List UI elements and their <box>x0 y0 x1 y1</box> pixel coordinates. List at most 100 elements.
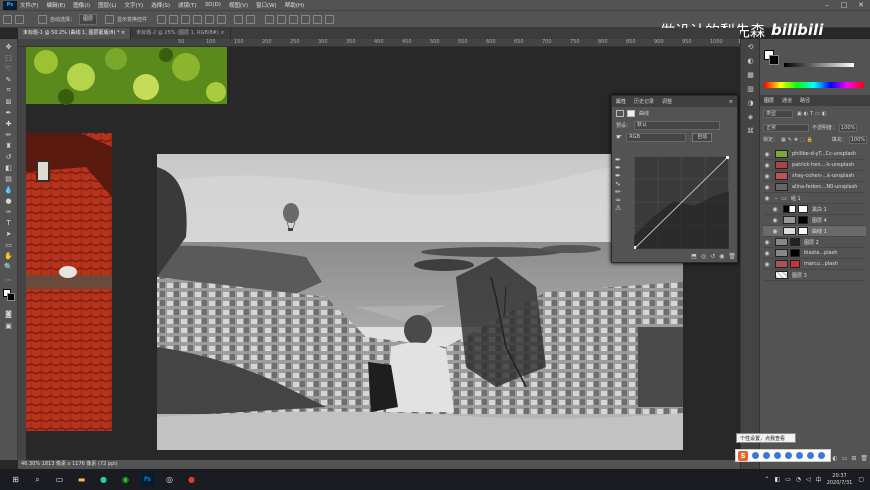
menu-filter[interactable]: 滤镜(T) <box>178 1 197 9</box>
eye-icon[interactable]: ◉ <box>763 195 771 202</box>
curves-graph[interactable] <box>634 156 729 249</box>
panel-menu-icon[interactable]: ≡ <box>729 99 733 105</box>
close-icon[interactable]: ✕ <box>852 0 870 10</box>
tab-channels[interactable]: 通道 <box>782 97 792 104</box>
eye-icon[interactable]: ◉ <box>763 261 771 268</box>
ime-tools-icon[interactable] <box>807 452 814 459</box>
new-group-icon[interactable]: ▭ <box>842 455 848 462</box>
photoshop-taskbar-icon[interactable]: Ps <box>141 473 154 486</box>
shape-tool-icon[interactable]: ▭ <box>3 240 14 249</box>
recorder-icon[interactable]: ◎ <box>163 473 176 486</box>
menu-view[interactable]: 视图(V) <box>229 1 248 9</box>
clipping-warning-icon[interactable]: ⚠ <box>615 204 629 212</box>
layer-select-dropdown[interactable]: 图层 <box>79 13 98 25</box>
more-options-icon[interactable] <box>246 14 256 24</box>
adjustment-layer-icon[interactable]: ◐ <box>832 455 837 462</box>
tab-document-2[interactable]: 未标题-2 @ 25% (图层 1, RGB/8#) × <box>131 28 231 39</box>
eye-icon[interactable]: ◉ <box>763 184 771 191</box>
ime-settings-icon[interactable] <box>818 452 825 459</box>
brushes-icon[interactable]: ⌘ <box>745 127 756 136</box>
gradient-tool-icon[interactable]: ▤ <box>3 174 14 183</box>
layer-group-row[interactable]: ◉ ⌄ ▭ 组 1 <box>763 193 866 204</box>
gray-slider[interactable] <box>784 63 854 67</box>
move-tool-icon[interactable] <box>15 14 24 24</box>
tab-document-1[interactable]: 未标题-1 @ 50.2% (曲线 1, 图层蒙版/8) * × <box>18 28 132 39</box>
layer-row[interactable]: ◉ phil​ibe-d-yT...Cc-unsplash <box>763 149 866 160</box>
delete-layer-icon[interactable]: 🗑 <box>860 455 868 462</box>
eyedropper-tool-icon[interactable]: ✒ <box>3 108 14 117</box>
chevron-down-icon[interactable]: ⌄ <box>774 195 778 201</box>
new-layer-icon[interactable]: ⊞ <box>851 455 856 462</box>
libraries-icon[interactable]: ▥ <box>745 85 756 94</box>
screen-mode-icon[interactable]: ▣ <box>3 321 14 330</box>
wechat-icon[interactable]: ◉ <box>119 473 132 486</box>
history-brush-icon[interactable]: ↺ <box>3 152 14 161</box>
3d-mode-icon[interactable] <box>265 14 275 24</box>
eye-icon[interactable]: ◉ <box>771 228 779 235</box>
smooth-icon[interactable]: ≈ <box>615 196 629 204</box>
brush-tool-icon[interactable]: ✏ <box>3 130 14 139</box>
path-select-icon[interactable]: ➤ <box>3 229 14 238</box>
clip-layer-icon[interactable]: ⬒ <box>691 253 697 260</box>
hand-tool-icon[interactable]: ✋ <box>3 251 14 260</box>
layer-row[interactable]: ◉ blasta...plash <box>763 248 866 259</box>
move-tool-icon[interactable]: ✥ <box>3 42 14 51</box>
3d-rotate-icon[interactable] <box>277 14 287 24</box>
ime-mode-icon[interactable] <box>752 452 759 459</box>
align-center-icon[interactable] <box>169 14 179 24</box>
frame-tool-icon[interactable]: ⊠ <box>3 97 14 106</box>
file-explorer-icon[interactable]: ▬ <box>75 473 88 486</box>
view-previous-icon[interactable]: ◎ <box>701 253 706 260</box>
menu-window[interactable]: 窗口(W) <box>256 1 277 9</box>
styles-icon[interactable]: ◈ <box>745 113 756 122</box>
ime-indicator-icon[interactable]: 中 <box>816 475 822 484</box>
menu-layer[interactable]: 图层(L) <box>98 1 116 9</box>
layer-row[interactable]: ◉ alina-fedorc...N0-unsplash <box>763 182 866 193</box>
tab-paths[interactable]: 路径 <box>800 97 810 104</box>
3d-roll-icon[interactable] <box>289 14 299 24</box>
swatches-icon[interactable]: ▦ <box>745 71 756 80</box>
eye-icon[interactable]: ◉ <box>763 250 771 257</box>
tray-chevron-icon[interactable]: ⌃ <box>764 476 769 483</box>
trash-icon[interactable]: 🗑 <box>728 253 736 260</box>
layer-row[interactable]: ◉ 黑白 1 <box>763 204 866 215</box>
more-tools-icon[interactable]: ⋯ <box>3 275 14 284</box>
eye-icon[interactable]: ◉ <box>771 217 779 224</box>
pencil-icon[interactable]: ✏ <box>615 188 629 196</box>
menu-edit[interactable]: 编辑(E) <box>46 1 65 9</box>
eyedropper-white-icon[interactable]: ✒ <box>615 172 629 180</box>
reset-icon[interactable]: ↺ <box>710 253 715 260</box>
adjustments-icon[interactable]: ◑ <box>745 99 756 108</box>
type-tool-icon[interactable]: T <box>3 218 14 227</box>
eye-icon[interactable]: ◉ <box>763 151 771 158</box>
eyedropper-gray-icon[interactable]: ✒ <box>615 164 629 172</box>
menu-type[interactable]: 文字(Y) <box>125 1 144 9</box>
windows-start-icon[interactable]: ⊞ <box>9 473 22 486</box>
color-picker-background[interactable] <box>769 55 779 65</box>
distribute-icon[interactable] <box>234 14 244 24</box>
align-top-icon[interactable] <box>193 14 203 24</box>
task-view-icon[interactable]: ▭ <box>53 473 66 486</box>
color-spectrum[interactable] <box>764 82 864 88</box>
quick-select-tool-icon[interactable]: ✎ <box>3 75 14 84</box>
show-transform-checkbox[interactable] <box>105 14 115 24</box>
layer-row-selected[interactable]: ◉ 曲线 1 <box>763 226 866 237</box>
stamp-tool-icon[interactable]: ♜ <box>3 141 14 150</box>
background-color-swatch[interactable] <box>7 293 15 301</box>
auto-button[interactable]: 自动 <box>692 132 713 142</box>
layer-row[interactable]: ◉ shay-cohen-...k-unsplash <box>763 171 866 182</box>
ime-punct-icon[interactable] <box>763 452 770 459</box>
ime-voice-icon[interactable] <box>774 452 781 459</box>
eye-icon[interactable]: ◉ <box>763 239 771 246</box>
menu-select[interactable]: 选择(S) <box>151 1 170 9</box>
preset-dropdown[interactable]: 默认 <box>634 120 721 130</box>
auto-select-checkbox[interactable] <box>38 14 47 24</box>
menu-file[interactable]: 文件(F) <box>20 1 38 9</box>
tab-properties[interactable]: 属性 <box>616 98 626 105</box>
align-left-icon[interactable] <box>157 14 167 24</box>
layer-kind-filter[interactable]: 类型 <box>763 109 793 118</box>
curve-point-icon[interactable]: ∿ <box>615 180 629 188</box>
visibility-icon[interactable]: ◉ <box>719 253 724 260</box>
eyedropper-black-icon[interactable]: ✒ <box>615 156 629 164</box>
tab-layers[interactable]: 图层 <box>764 97 774 104</box>
